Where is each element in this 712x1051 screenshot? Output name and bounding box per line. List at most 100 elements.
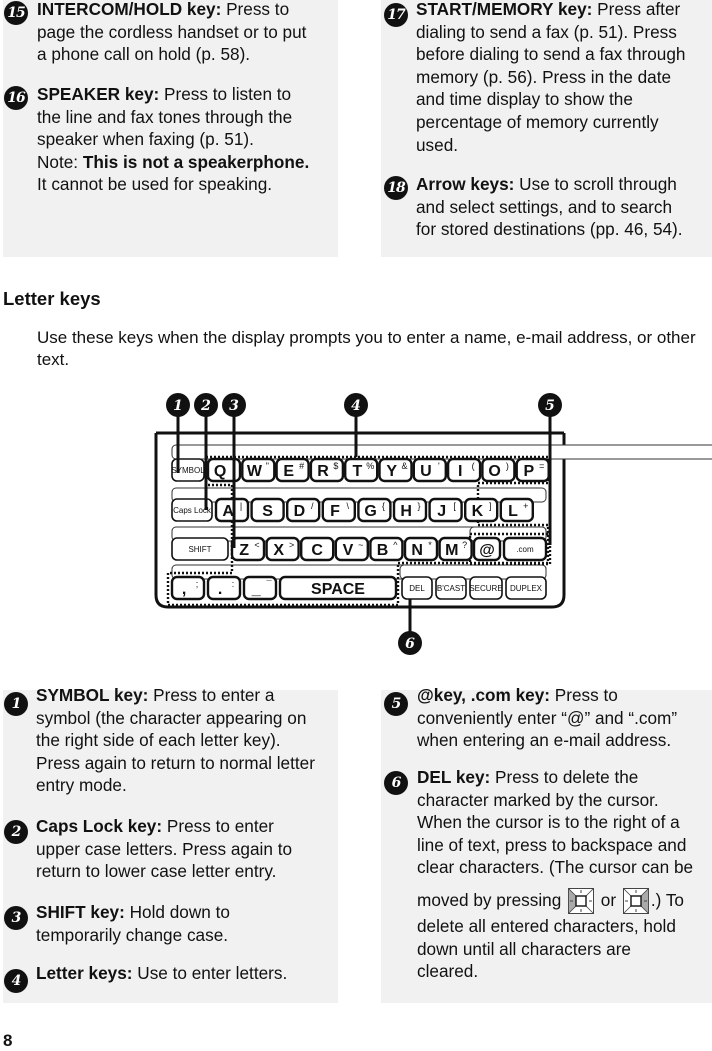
key-label: W bbox=[247, 463, 263, 480]
key-label: P bbox=[524, 463, 535, 480]
item-start-memory: START/MEMORY key: Press after dialing to… bbox=[416, 0, 712, 156]
key-symbol: ? bbox=[462, 540, 467, 550]
key-BCAST: B'CAST bbox=[435, 576, 467, 600]
key-label: SHIFT bbox=[188, 545, 211, 554]
callout-3-icon: 3 bbox=[4, 906, 28, 930]
callout-2-icon: 2 bbox=[4, 820, 28, 844]
key-label: E bbox=[283, 463, 294, 480]
key-SECURE: SECURE bbox=[469, 576, 503, 600]
key-SPACE: SPACE bbox=[278, 575, 398, 601]
key-label: M bbox=[445, 542, 458, 559]
key-label: J bbox=[437, 503, 446, 520]
key-label: Q bbox=[214, 463, 226, 480]
item-text: and time display to show the bbox=[416, 89, 633, 110]
key-P: P = bbox=[515, 457, 550, 483]
key-label: U bbox=[420, 463, 432, 480]
item-text: character marked by the cursor. bbox=[417, 789, 659, 810]
key-label: K bbox=[472, 503, 484, 520]
key-label: SYMBOL bbox=[171, 466, 205, 475]
key-E: E # bbox=[275, 457, 310, 483]
item-caps-lock-key: Caps Lock key: Press to enter upper case… bbox=[36, 815, 336, 883]
item-text: symbol (the character appearing on bbox=[36, 707, 307, 728]
key-X: X > bbox=[265, 536, 300, 562]
key-K: K] bbox=[464, 497, 499, 523]
item-text: Press again to return to normal letter bbox=[36, 752, 315, 773]
item-title: Caps Lock key: bbox=[36, 816, 163, 836]
key-O: O) bbox=[481, 457, 516, 483]
key-A: A | bbox=[214, 497, 250, 523]
callout-5-icon: 5 bbox=[538, 393, 562, 417]
key-label: DUPLEX bbox=[510, 584, 543, 593]
key-Y: Y & bbox=[378, 457, 413, 483]
key-symbol: } bbox=[417, 501, 420, 511]
key-H: H} bbox=[392, 497, 428, 523]
item-arrow-keys: Arrow keys: Use to scroll through and se… bbox=[416, 173, 712, 241]
key-W: W " bbox=[241, 457, 276, 483]
key-symbol: ) bbox=[506, 461, 509, 471]
key-symbol: & bbox=[401, 461, 407, 471]
key-label: G bbox=[364, 503, 376, 520]
callout-number: 3 bbox=[229, 398, 239, 414]
key-label: F bbox=[330, 503, 340, 520]
key-symbol: * bbox=[428, 540, 432, 550]
key-punct: @ bbox=[472, 536, 502, 562]
key-symbol: < bbox=[254, 540, 259, 550]
key-symbol: ] bbox=[489, 501, 492, 511]
item-text: page the cordless handset or to put bbox=[37, 21, 307, 42]
note-label: Note: bbox=[37, 151, 83, 172]
key-label: Y bbox=[386, 463, 397, 480]
key-S: S bbox=[250, 497, 285, 523]
key-com: .com bbox=[502, 536, 548, 562]
item-text: and select settings, and to search bbox=[416, 196, 673, 217]
item-title: SHIFT key: bbox=[36, 902, 125, 922]
section-heading: Letter keys bbox=[3, 288, 101, 309]
item-intercom-hold: INTERCOM/HOLD key: Press to page the cor… bbox=[37, 0, 337, 66]
key-label: @ bbox=[479, 542, 495, 559]
item-del-key: DEL key: Press to delete the character m… bbox=[417, 766, 712, 983]
item-at-com-keys: @key, .com key: Press to conveniently en… bbox=[417, 684, 712, 752]
item-text: Hold down to bbox=[124, 902, 230, 922]
item-text: Press to bbox=[221, 0, 290, 19]
item-text: Press to listen to bbox=[159, 84, 292, 104]
item-text: Use to enter letters. bbox=[132, 963, 288, 983]
key-label: V bbox=[343, 542, 354, 559]
callout-2-icon: 2 bbox=[194, 393, 218, 417]
key-punct: _ ¯ bbox=[242, 575, 278, 601]
key-label: D bbox=[294, 503, 306, 520]
key-SYMBOL: SYMBOL bbox=[171, 458, 205, 482]
callout-number: 2 bbox=[200, 398, 211, 414]
callout-number: 6 bbox=[405, 636, 415, 652]
page-number: 8 bbox=[3, 1031, 13, 1050]
item-title: Letter keys: bbox=[36, 963, 133, 983]
item-text: line of text, press to backspace and bbox=[417, 834, 687, 855]
item-text: return to lower case letter entry. bbox=[36, 861, 277, 882]
key-label: S bbox=[262, 503, 273, 520]
callout-6-icon: 6 bbox=[384, 771, 408, 795]
key-cap bbox=[170, 575, 206, 601]
key-symbol: ~ bbox=[358, 540, 363, 550]
item-text: the right side of each letter key). bbox=[36, 730, 281, 751]
key-label: .com bbox=[516, 545, 534, 554]
item-text: down until all characters are bbox=[417, 938, 631, 959]
section-intro: Use these keys when the display prompts … bbox=[37, 328, 696, 369]
item-text: speaker when faxing (p. 51). bbox=[37, 129, 254, 150]
callout-1-icon: 1 bbox=[4, 692, 28, 716]
item-text: the line and fax tones through the bbox=[37, 106, 293, 127]
key-G: G{ bbox=[357, 497, 392, 523]
key-L: L + bbox=[499, 497, 534, 523]
key-symbol: = bbox=[539, 461, 544, 471]
key-label: SECURE bbox=[469, 584, 502, 593]
item-text: .) To bbox=[650, 889, 684, 910]
item-text: dialing to send a fax (p. 51). Press bbox=[416, 21, 677, 42]
key-I: I( bbox=[446, 457, 482, 483]
key-label: X bbox=[273, 542, 284, 559]
key-label: I bbox=[458, 463, 462, 480]
key-punct: .: bbox=[206, 575, 242, 601]
item-title: Arrow keys: bbox=[416, 174, 515, 194]
right-arrow-key-icon bbox=[622, 888, 649, 915]
key-symbol: " bbox=[266, 461, 269, 471]
key-SHIFT: SHIFT bbox=[171, 537, 229, 561]
key-T: T% bbox=[344, 457, 379, 483]
item-text: Press to enter bbox=[162, 816, 274, 836]
item-text: delete all entered characters, hold bbox=[417, 915, 676, 936]
